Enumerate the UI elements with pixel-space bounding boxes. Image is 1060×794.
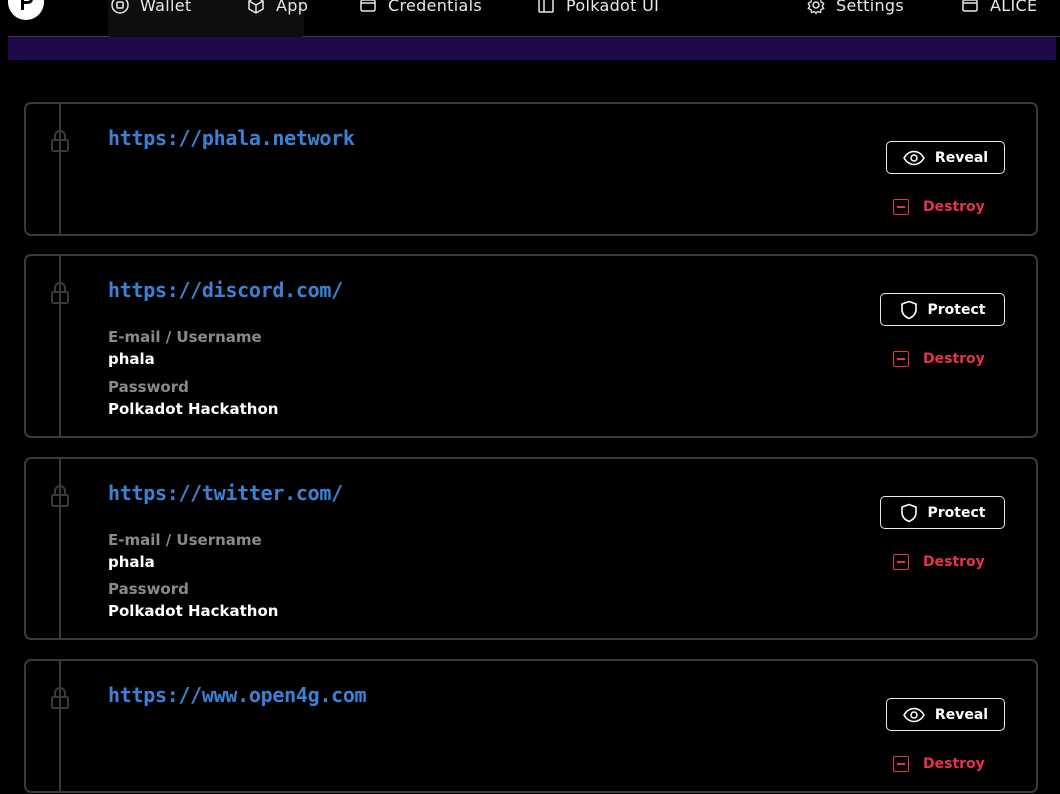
- credential-card: https://discord.com/ E-mail / Username p…: [24, 254, 1038, 438]
- credential-url-link[interactable]: https://twitter.com/: [108, 481, 343, 505]
- nav-item-label: App: [276, 0, 309, 15]
- password-label: Password: [108, 378, 189, 396]
- shield-icon: [900, 300, 917, 319]
- phala-logo-icon[interactable]: [8, 0, 44, 20]
- destroy-button[interactable]: Destroy: [893, 347, 985, 371]
- account-icon: [962, 0, 978, 12]
- shield-icon: [900, 503, 917, 522]
- nav-item-label: Wallet: [140, 0, 192, 15]
- minus-square-icon: [893, 756, 909, 772]
- reveal-button-label: Reveal: [934, 149, 989, 166]
- gear-icon: [807, 0, 825, 15]
- credential-card: https://phala.network Reveal Destroy: [24, 102, 1038, 236]
- protect-button-label: Protect: [927, 301, 986, 318]
- nav-item-wallet[interactable]: Wallet: [110, 0, 191, 17]
- password-value: Polkadot Hackathon: [108, 400, 279, 418]
- nav-item-app[interactable]: App: [246, 0, 308, 17]
- destroy-button[interactable]: Destroy: [893, 195, 985, 219]
- wallet-icon: [111, 0, 129, 14]
- credential-url-link[interactable]: https://discord.com/: [108, 278, 343, 302]
- nav-item-label: Polkadot UI: [566, 0, 660, 15]
- nav-item-polkadot-ui[interactable]: Polkadot UI: [536, 0, 659, 17]
- protect-button[interactable]: Protect: [880, 496, 1005, 529]
- top-navigation-bar: Wallet App Credentials Polkadot UI Setti…: [0, 0, 1060, 60]
- reveal-button[interactable]: Reveal: [886, 698, 1005, 731]
- card-divider: [59, 661, 61, 791]
- credential-url-link[interactable]: https://www.open4g.com: [108, 683, 367, 707]
- cube-icon: [248, 0, 264, 14]
- username-label: E-mail / Username: [108, 531, 262, 549]
- destroy-button-label: Destroy: [923, 199, 985, 215]
- nav-item-label: Credentials: [388, 0, 482, 15]
- credential-url-link[interactable]: https://phala.network: [108, 126, 355, 150]
- protect-button-label: Protect: [927, 504, 986, 521]
- password-label: Password: [108, 580, 189, 598]
- destroy-button-label: Destroy: [923, 756, 985, 772]
- header-band: [8, 37, 1056, 60]
- card-divider: [59, 104, 61, 234]
- username-value: phala: [108, 350, 155, 368]
- nav-item-credentials[interactable]: Credentials: [358, 0, 482, 17]
- destroy-button[interactable]: Destroy: [893, 752, 985, 776]
- lock-icon: [51, 130, 69, 152]
- folder-icon: [360, 0, 376, 12]
- destroy-button[interactable]: Destroy: [893, 550, 985, 574]
- password-value: Polkadot Hackathon: [108, 602, 279, 620]
- eye-icon: [903, 707, 925, 722]
- destroy-button-label: Destroy: [923, 351, 985, 367]
- reveal-button[interactable]: Reveal: [886, 141, 1005, 174]
- minus-square-icon: [893, 554, 909, 570]
- reveal-button-label: Reveal: [934, 706, 989, 723]
- credential-card: https://www.open4g.com Reveal Destroy: [24, 659, 1038, 793]
- nav-item-settings[interactable]: Settings: [806, 0, 904, 17]
- layout-icon: [538, 0, 554, 13]
- username-label: E-mail / Username: [108, 328, 262, 346]
- nav-item-label: Settings: [836, 0, 905, 15]
- lock-icon: [51, 485, 69, 507]
- credential-card: https://twitter.com/ E-mail / Username p…: [24, 457, 1038, 640]
- minus-square-icon: [893, 351, 909, 367]
- nav-item-account[interactable]: ALICE: [960, 0, 1037, 17]
- minus-square-icon: [893, 199, 909, 215]
- protect-button[interactable]: Protect: [880, 293, 1005, 326]
- nav-item-label: ALICE: [990, 0, 1038, 15]
- lock-icon: [51, 687, 69, 709]
- username-value: phala: [108, 553, 155, 571]
- lock-icon: [51, 282, 69, 304]
- destroy-button-label: Destroy: [923, 554, 985, 570]
- eye-icon: [903, 150, 925, 165]
